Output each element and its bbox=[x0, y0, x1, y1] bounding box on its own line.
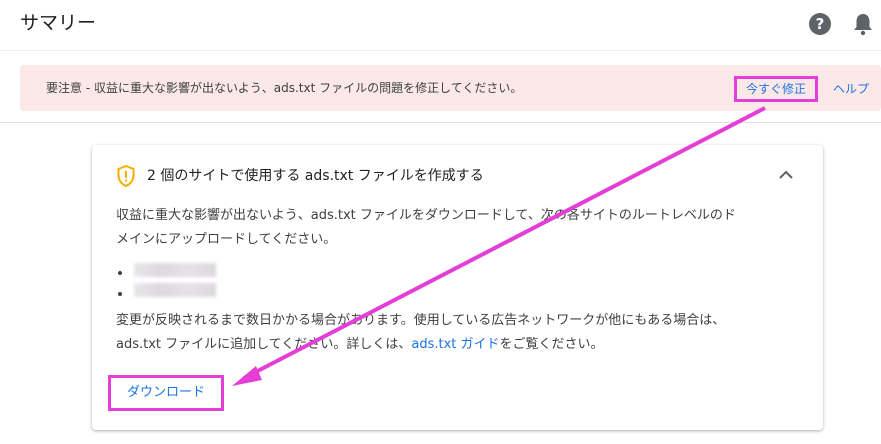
download-button[interactable]: ダウンロード bbox=[108, 375, 224, 411]
ads-txt-guide-link[interactable]: ads.txt ガイド bbox=[411, 337, 499, 352]
notice-line-2-suffix: をご覧ください。 bbox=[499, 337, 604, 352]
site-domain-redacted-1 bbox=[134, 263, 216, 277]
notice-text: 変更が反映されるまで数日かかる場合があります。使用している広告ネットワークが他に… bbox=[116, 309, 725, 357]
chevron-up-icon[interactable] bbox=[778, 169, 794, 181]
instructions-line-1: 収益に重大な影響が出ないよう、ads.txt ファイルをダウンロードして、次の各… bbox=[116, 208, 736, 223]
site-bullet-2 bbox=[118, 292, 122, 296]
notice-line-2: ads.txt ファイルに追加してください。詳しくは、ads.txt ガイドをご… bbox=[116, 333, 725, 357]
help-link[interactable]: ヘルプ bbox=[833, 81, 869, 97]
ads-txt-card: 2 個のサイトで使用する ads.txt ファイルを作成する 収益に重大な影響が… bbox=[92, 145, 823, 430]
site-domain-redacted-2 bbox=[134, 283, 216, 297]
notice-line-1: 変更が反映されるまで数日かかる場合があります。使用している広告ネットワークが他に… bbox=[116, 313, 726, 328]
instructions-line-2: メインにアップロードしてください。 bbox=[116, 232, 337, 247]
page-title: サマリー bbox=[20, 12, 97, 34]
help-circle-icon[interactable]: ? bbox=[809, 13, 831, 35]
top-header: サマリー ? bbox=[0, 0, 881, 50]
instructions-text: 収益に重大な影響が出ないよう、ads.txt ファイルをダウンロードして、次の各… bbox=[116, 204, 736, 252]
card-header[interactable]: 2 個のサイトで使用する ads.txt ファイルを作成する bbox=[92, 145, 823, 206]
card-title: 2 個のサイトで使用する ads.txt ファイルを作成する bbox=[147, 168, 484, 184]
section-divider bbox=[0, 122, 881, 123]
site-bullet-1 bbox=[118, 271, 122, 275]
alert-message: 要注意 - 収益に重大な影響が出ないよう、ads.txt ファイルの問題を修正し… bbox=[46, 81, 523, 95]
warning-shield-icon bbox=[117, 165, 135, 187]
bell-icon[interactable] bbox=[852, 12, 874, 36]
fix-now-button[interactable]: 今すぐ修正 bbox=[734, 76, 818, 102]
notice-line-2-prefix: ads.txt ファイルに追加してください。詳しくは、 bbox=[116, 337, 412, 352]
